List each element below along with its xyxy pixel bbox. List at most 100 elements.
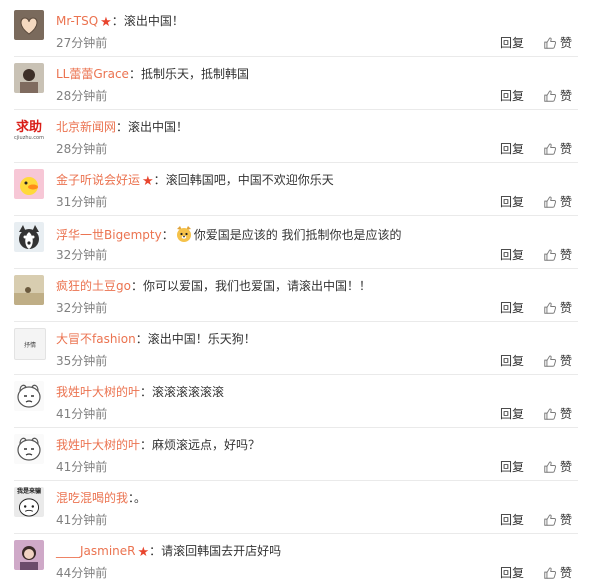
username-link[interactable]: 大冒不fashion xyxy=(56,332,136,346)
like-button[interactable]: 赞 xyxy=(543,87,572,105)
like-button[interactable]: 赞 xyxy=(543,564,572,582)
thumbs-up-icon xyxy=(543,460,560,474)
comment-text: 滚滚滚滚滚滚 xyxy=(152,385,225,399)
like-label: 赞 xyxy=(560,89,573,103)
comment-body: 浮华一世Bigempty： 你爱国是应该的 我们抵制你也是应该的 xyxy=(56,225,576,242)
colon-separator: ： xyxy=(116,120,129,134)
avatar-logo-subtext: cjiuzhu.com xyxy=(14,135,44,141)
like-button[interactable]: 赞 xyxy=(543,246,572,264)
avatar[interactable]: 我是来骗 xyxy=(14,487,44,517)
username-link[interactable]: 混吃混喝的我 xyxy=(56,491,128,505)
comment-text: 麻烦滚远点，好吗？ xyxy=(152,438,261,452)
comment-body: LL蕾蕾Grace：抵制乐天，抵制韩国 xyxy=(56,66,576,82)
reply-button[interactable]: 回复 xyxy=(500,36,524,50)
comment-timestamp: 41分钟前 xyxy=(56,513,108,527)
comment-timestamp: 32分钟前 xyxy=(56,248,108,262)
username-link[interactable]: Mr-TSQ xyxy=(56,14,98,28)
avatar[interactable] xyxy=(14,10,44,40)
thumbs-up-icon xyxy=(543,513,560,527)
username-link[interactable]: 浮华一世Bigempty xyxy=(56,228,162,242)
comment-list: Mr-TSQ ★：滚出中国！ 27分钟前 回复赞 LL蕾蕾Grace：抵制乐天，抵制韩国… xyxy=(0,0,592,587)
comment-item: 浮华一世Bigempty： 你爱国是应该的 我们抵制你也是应该的 32分钟前 回复 赞 xyxy=(0,216,592,269)
thumbs-up-icon xyxy=(543,248,560,262)
reply-button[interactable]: 回复 xyxy=(500,195,524,209)
reply-button[interactable]: 回复 xyxy=(500,566,524,580)
comment-item: 我是来骗 混吃混喝的我：。 41分钟前 回复 赞 xyxy=(0,481,592,534)
colon-separator: ： xyxy=(149,544,162,558)
avatar[interactable]: 求助 cjiuzhu.com xyxy=(14,116,44,146)
comment-item: Mr-TSQ ★：滚出中国！ 27分钟前 回复 赞 xyxy=(0,4,592,57)
comment-item: ____JasmineR ★：请滚回韩国去开店好吗 44分钟前 回复 赞 xyxy=(0,534,592,587)
reply-button[interactable]: 回复 xyxy=(500,142,524,156)
avatar[interactable]: 抒情 xyxy=(14,328,46,360)
avatar[interactable] xyxy=(14,63,44,93)
like-label: 赞 xyxy=(560,142,573,156)
like-button[interactable]: 赞 xyxy=(543,140,572,158)
colon-separator: ： xyxy=(140,438,153,452)
username-link[interactable]: LL蕾蕾Grace xyxy=(56,67,129,81)
reply-button[interactable]: 回复 xyxy=(500,301,524,315)
comment-text: 滚出中国！ xyxy=(128,120,189,134)
like-button[interactable]: 赞 xyxy=(543,511,572,529)
like-label: 赞 xyxy=(560,460,573,474)
colon-separator: ： xyxy=(135,332,148,346)
comment-body: 北京新闻网：滚出中国！ xyxy=(56,119,576,135)
reply-button[interactable]: 回复 xyxy=(500,407,524,421)
username-link[interactable]: ____JasmineR xyxy=(56,544,136,558)
reply-button[interactable]: 回复 xyxy=(500,354,524,368)
reply-button[interactable]: 回复 xyxy=(500,248,524,262)
comment-item: 金子听说会好运 ★：滚回韩国吧，中国不欢迎你乐天 31分钟前 回复 赞 xyxy=(0,163,592,216)
like-label: 赞 xyxy=(560,407,573,421)
thumbs-up-icon xyxy=(543,36,560,50)
comment-text: 你可以爱国，我们也爱国，请滚出中国！！ xyxy=(142,279,371,293)
comment-item: 求助 cjiuzhu.com 北京新闻网：滚出中国！ 28分钟前 回复 赞 xyxy=(0,110,592,163)
colon-separator: ： xyxy=(128,67,141,81)
username-link[interactable]: 我姓叶大树的叶 xyxy=(56,438,140,452)
colon-separator: ： xyxy=(111,14,124,28)
colon-separator: ： xyxy=(153,173,166,187)
avatar[interactable] xyxy=(14,275,44,305)
comment-text: 。 xyxy=(134,491,147,505)
comment-timestamp: 27分钟前 xyxy=(56,36,108,50)
like-label: 赞 xyxy=(560,248,573,262)
comment-timestamp: 41分钟前 xyxy=(56,460,108,474)
avatar[interactable] xyxy=(14,169,44,199)
comment-body: ____JasmineR ★：请滚回韩国去开店好吗 xyxy=(56,543,576,561)
comment-text: 你爱国是应该的 我们抵制你也是应该的 xyxy=(193,228,402,242)
like-button[interactable]: 赞 xyxy=(543,352,572,370)
comment-timestamp: 28分钟前 xyxy=(56,89,108,103)
username-link[interactable]: 北京新闻网 xyxy=(56,120,116,134)
avatar[interactable] xyxy=(14,381,44,411)
like-label: 赞 xyxy=(560,301,573,315)
like-button[interactable]: 赞 xyxy=(543,299,572,317)
avatar[interactable] xyxy=(14,434,44,464)
dog-emoji-icon xyxy=(174,226,194,242)
vip-star-icon[interactable]: ★ xyxy=(100,15,112,31)
thumbs-up-icon xyxy=(543,354,560,368)
username-link[interactable]: 我姓叶大树的叶 xyxy=(56,385,140,399)
username-link[interactable]: 疯狂的土豆go xyxy=(56,279,131,293)
reply-button[interactable]: 回复 xyxy=(500,513,524,527)
comment-body: 疯狂的土豆go：你可以爱国，我们也爱国，请滚出中国！！ xyxy=(56,278,576,294)
reply-button[interactable]: 回复 xyxy=(500,460,524,474)
like-button[interactable]: 赞 xyxy=(543,405,572,423)
comment-timestamp: 41分钟前 xyxy=(56,407,108,421)
comment-text: 请滚回韩国去开店好吗 xyxy=(161,544,282,558)
comment-item: 抒情 大冒不fashion：滚出中国！乐天狗！ 35分钟前 回复 赞 xyxy=(0,322,592,375)
comment-body: 金子听说会好运 ★：滚回韩国吧，中国不欢迎你乐天 xyxy=(56,172,576,190)
vip-star-icon[interactable]: ★ xyxy=(138,545,150,561)
like-label: 赞 xyxy=(560,36,573,50)
thumbs-up-icon xyxy=(543,301,560,315)
comment-item: 我姓叶大树的叶：麻烦滚远点，好吗？ 41分钟前 回复 赞 xyxy=(0,428,592,481)
vip-star-icon[interactable]: ★ xyxy=(142,174,154,190)
like-button[interactable]: 赞 xyxy=(543,193,572,211)
thumbs-up-icon xyxy=(543,566,560,580)
avatar-logo-text: 求助 xyxy=(15,120,42,135)
like-button[interactable]: 赞 xyxy=(543,34,572,52)
username-link[interactable]: 金子听说会好运 xyxy=(56,173,140,187)
avatar[interactable] xyxy=(14,540,44,570)
reply-button[interactable]: 回复 xyxy=(500,89,524,103)
avatar[interactable] xyxy=(14,222,44,252)
like-label: 赞 xyxy=(560,513,573,527)
like-button[interactable]: 赞 xyxy=(543,458,572,476)
